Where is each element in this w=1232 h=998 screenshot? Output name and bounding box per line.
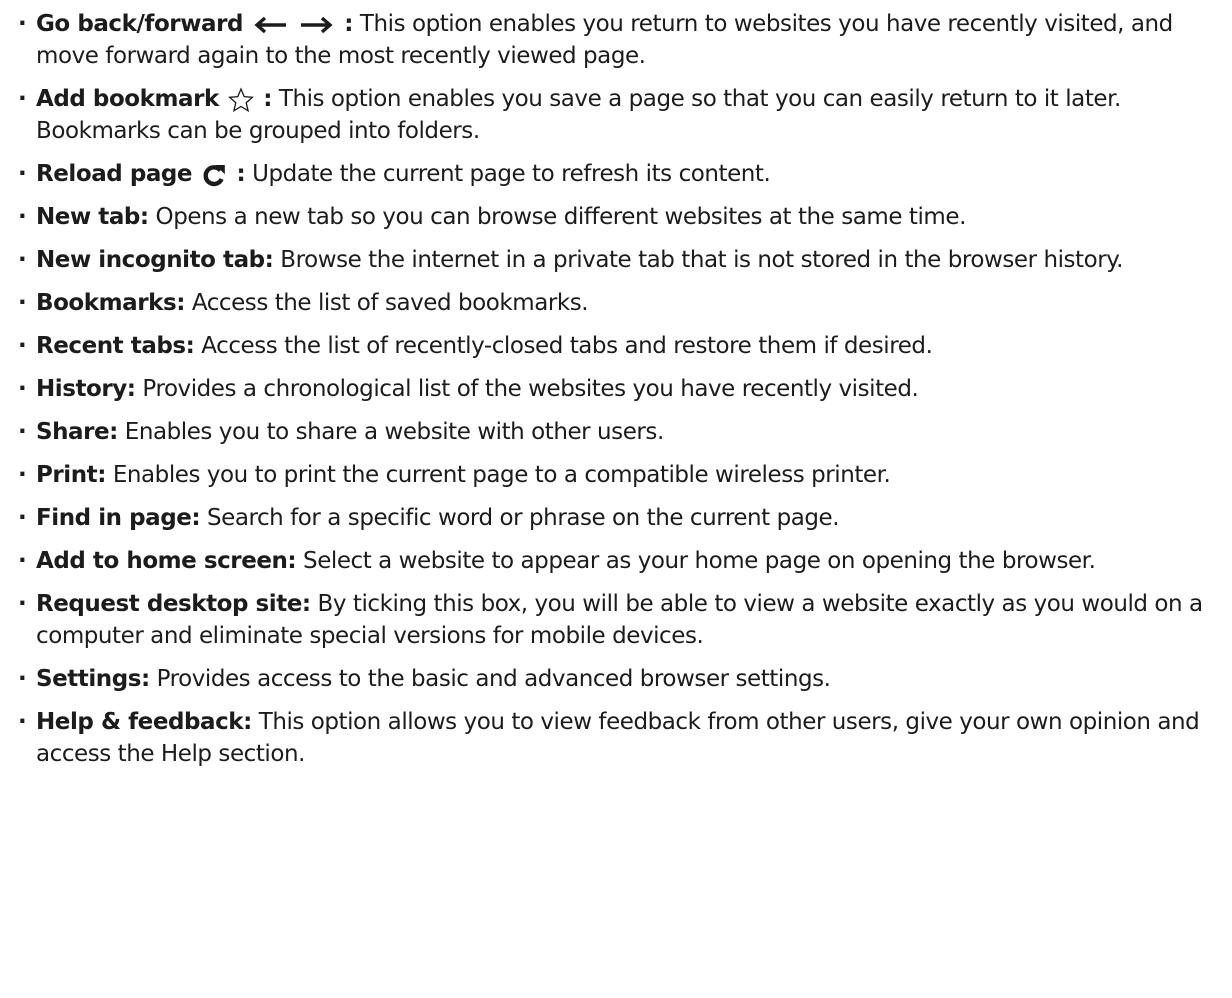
reload-icon: [201, 162, 227, 188]
bullet: ·: [18, 462, 27, 488]
item-term: Request desktop site:: [36, 591, 311, 617]
item-description: Enables you to share a website with othe…: [117, 419, 665, 445]
item-separator: :: [336, 11, 354, 37]
list-item-reload-page: · Reload page : Update the current page …: [18, 158, 1222, 190]
item-separator: :: [255, 86, 273, 112]
item-term: Reload page: [36, 161, 193, 187]
list-item-share: · Share: Enables you to share a website …: [18, 416, 1222, 448]
item-description: Update the current page to refresh its c…: [245, 161, 771, 187]
bullet: ·: [18, 11, 27, 37]
list-item-add-bookmark: · Add bookmark : This option enables you…: [18, 83, 1222, 147]
back-arrow-icon: [252, 15, 288, 35]
item-description: Access the list of recently-closed tabs …: [194, 333, 933, 359]
list-item-request-desktop-site: · Request desktop site: By ticking this …: [18, 588, 1222, 652]
item-term: Share:: [36, 419, 118, 445]
list-item-bookmarks: · Bookmarks: Access the list of saved bo…: [18, 287, 1222, 319]
item-term: Add to home screen:: [36, 548, 297, 574]
item-description: Opens a new tab so you can browse differ…: [148, 204, 967, 230]
list-item-help-feedback: · Help & feedback: This option allows yo…: [18, 706, 1222, 770]
bullet: ·: [18, 548, 27, 574]
bullet: ·: [18, 247, 27, 273]
item-description: Provides access to the basic and advance…: [149, 666, 831, 692]
bullet: ·: [18, 86, 27, 112]
bullet: ·: [18, 161, 27, 187]
bullet: ·: [18, 709, 27, 735]
item-term: Help & feedback:: [36, 709, 252, 735]
bullet: ·: [18, 505, 27, 531]
item-term: Settings:: [36, 666, 150, 692]
list-item-go-back-forward: · Go back/forward : This option enables …: [18, 8, 1222, 72]
item-term: History:: [36, 376, 136, 402]
item-description: Provides a chronological list of the web…: [135, 376, 919, 402]
bullet: ·: [18, 666, 27, 692]
list-item-print: · Print: Enables you to print the curren…: [18, 459, 1222, 491]
item-description: Search for a specific word or phrase on …: [200, 505, 840, 531]
item-description: Browse the internet in a private tab tha…: [273, 247, 1123, 273]
item-description: Select a website to appear as your home …: [296, 548, 1096, 574]
item-term: New tab:: [36, 204, 149, 230]
item-separator: :: [228, 161, 246, 187]
bullet: ·: [18, 204, 27, 230]
item-term: Find in page:: [36, 505, 201, 531]
list-item-find-in-page: · Find in page: Search for a specific wo…: [18, 502, 1222, 534]
item-term: Recent tabs:: [36, 333, 195, 359]
forward-arrow-icon: [299, 15, 335, 35]
bullet: ·: [18, 333, 27, 359]
list-item-history: · History: Provides a chronological list…: [18, 373, 1222, 405]
item-description: Access the list of saved bookmarks.: [184, 290, 589, 316]
star-outline-icon: [227, 86, 254, 113]
item-description: Enables you to print the current page to…: [105, 462, 891, 488]
item-term: Print:: [36, 462, 106, 488]
list-item-new-tab: · New tab: Opens a new tab so you can br…: [18, 201, 1222, 233]
list-item-recent-tabs: · Recent tabs: Access the list of recent…: [18, 330, 1222, 362]
bullet: ·: [18, 290, 27, 316]
item-term: Go back/forward: [36, 11, 243, 37]
bullet: ·: [18, 591, 27, 617]
list-item-add-to-home-screen: · Add to home screen: Select a website t…: [18, 545, 1222, 577]
browser-options-list: · Go back/forward : This option enables …: [0, 0, 1232, 998]
item-term: New incognito tab:: [36, 247, 274, 273]
item-term: Bookmarks:: [36, 290, 185, 316]
list-item-settings: · Settings: Provides access to the basic…: [18, 663, 1222, 695]
bullet: ·: [18, 419, 27, 445]
item-term: Add bookmark: [36, 86, 219, 112]
list-item-new-incognito-tab: · New incognito tab: Browse the internet…: [18, 244, 1222, 276]
bullet: ·: [18, 376, 27, 402]
